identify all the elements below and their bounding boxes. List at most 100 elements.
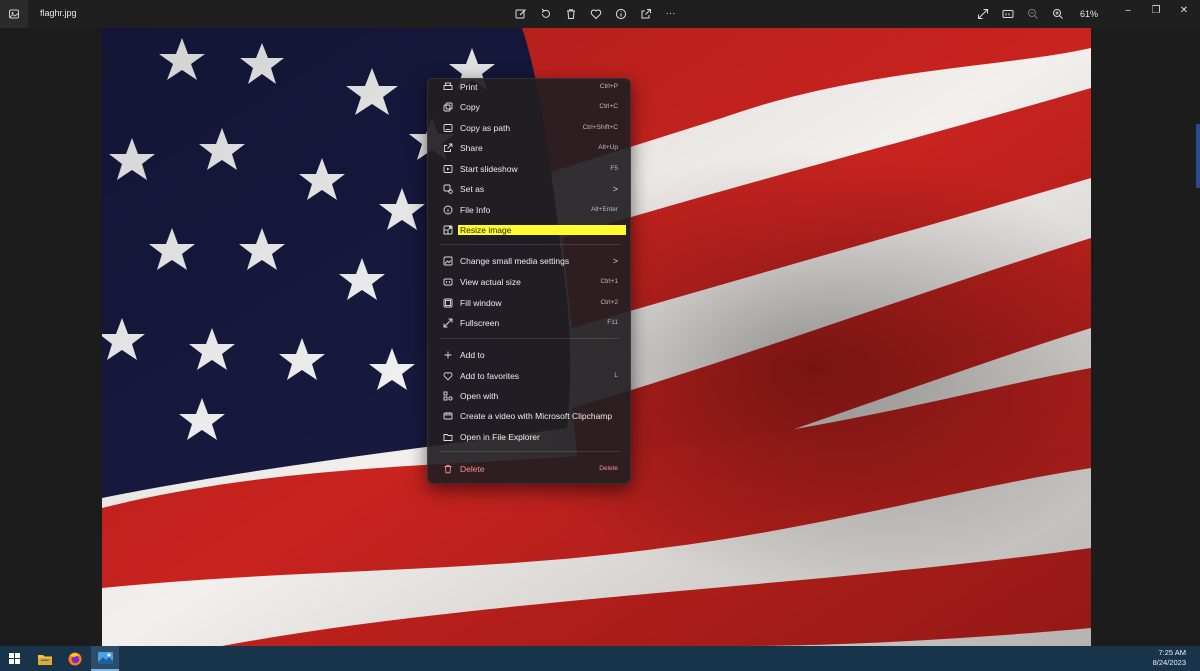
menu-item-open-in-file-explorer[interactable]: Open in File Explorer bbox=[434, 427, 626, 446]
menu-label: Fill window bbox=[460, 297, 502, 308]
taskbar: 7:25 AM 8/24/2023 bbox=[0, 646, 1200, 671]
menu-shortcut: Ctrl+1 bbox=[600, 278, 618, 285]
delete-icon[interactable] bbox=[562, 5, 579, 22]
menu-label: Delete bbox=[460, 463, 485, 474]
folder-icon bbox=[38, 654, 52, 665]
share-icon[interactable] bbox=[637, 5, 654, 22]
taskbar-clock[interactable]: 7:25 AM 8/24/2023 bbox=[1153, 648, 1186, 668]
menu-item-print[interactable]: Print Ctrl+P bbox=[434, 77, 626, 96]
window-controls: – ❐ ✕ bbox=[1114, 0, 1198, 20]
zoom-in-icon[interactable] bbox=[1049, 5, 1066, 22]
firefox-icon bbox=[68, 652, 82, 665]
menu-item-fullscreen[interactable]: Fullscreen F11 bbox=[434, 313, 626, 332]
menu-label: Create a video with Microsoft Clipchamp bbox=[460, 410, 613, 421]
menu-label: Open with bbox=[460, 390, 499, 401]
menu-label: Print bbox=[460, 81, 478, 92]
menu-item-add-to[interactable]: Add to bbox=[434, 345, 626, 364]
image-toolbar: ··· bbox=[512, 5, 679, 23]
menu-item-add-to-favorites[interactable]: Add to favorites L bbox=[434, 366, 626, 385]
menu-item-copy[interactable]: Copy Ctrl+C bbox=[434, 97, 626, 116]
add-icon bbox=[442, 349, 454, 361]
rotate-icon[interactable] bbox=[537, 5, 554, 22]
menu-item-share[interactable]: Share Alt+Up bbox=[434, 138, 626, 157]
chevron-right-icon: > bbox=[612, 255, 618, 266]
menu-shortcut: Delete bbox=[599, 465, 618, 472]
menu-item-set-as[interactable]: Set as > bbox=[434, 179, 626, 198]
favorite-icon[interactable] bbox=[587, 5, 604, 22]
menu-item-copy-as-path[interactable]: Copy as path Ctrl+Shift+C bbox=[434, 118, 626, 137]
minimize-button[interactable]: – bbox=[1114, 0, 1142, 20]
menu-item-file-info[interactable]: File Info Alt+Enter bbox=[434, 200, 626, 219]
open-with-icon bbox=[442, 390, 454, 402]
info-icon[interactable] bbox=[612, 5, 629, 22]
restore-button[interactable]: ❐ bbox=[1142, 0, 1170, 20]
zoom-level[interactable]: 61% bbox=[1080, 9, 1098, 19]
menu-label: Fullscreen bbox=[460, 317, 500, 328]
trash-icon bbox=[442, 463, 454, 475]
windows-icon bbox=[8, 653, 20, 664]
clipchamp-icon bbox=[442, 410, 454, 422]
window-filename: flaghr.jpg bbox=[40, 8, 77, 18]
menu-label: Change small media settings bbox=[460, 255, 570, 266]
menu-label: Open in File Explorer bbox=[460, 431, 540, 442]
menu-label: Start slideshow bbox=[460, 163, 518, 174]
actual-size-icon bbox=[442, 276, 454, 288]
clock-date: 8/24/2023 bbox=[1152, 658, 1186, 667]
more-icon[interactable]: ··· bbox=[662, 5, 679, 22]
menu-item-resize-image[interactable]: Resize image bbox=[434, 220, 626, 239]
menu-shortcut: Ctrl+Shift+C bbox=[582, 124, 618, 131]
menu-shortcut: F11 bbox=[607, 319, 618, 326]
menu-separator bbox=[440, 451, 620, 452]
menu-shortcut: Alt+Up bbox=[598, 144, 618, 151]
menu-label: Share bbox=[460, 142, 483, 153]
menu-item-change-small-media-settings[interactable]: Change small media settings > bbox=[434, 251, 626, 270]
menu-shortcut: Ctrl+P bbox=[599, 83, 618, 90]
start-button[interactable] bbox=[0, 646, 28, 671]
menu-item-open-with[interactable]: Open with bbox=[434, 386, 626, 405]
menu-item-delete[interactable]: Delete Delete bbox=[434, 459, 626, 478]
menu-label: View actual size bbox=[460, 276, 521, 287]
chevron-right-icon: > bbox=[612, 183, 618, 194]
clock-time: 7:25 AM bbox=[1158, 648, 1186, 657]
actual-size-icon[interactable] bbox=[999, 5, 1016, 22]
edit-icon[interactable] bbox=[512, 5, 529, 22]
menu-label: Resize image bbox=[458, 224, 626, 235]
expand-icon[interactable] bbox=[974, 5, 991, 22]
menu-item-create-video-clipchamp[interactable]: Create a video with Microsoft Clipchamp bbox=[434, 406, 626, 425]
share-icon bbox=[442, 142, 454, 154]
fullscreen-icon bbox=[442, 317, 454, 329]
copy-icon bbox=[442, 101, 454, 113]
context-menu: Print Ctrl+P Copy Ctrl+C Copy as path Ct… bbox=[427, 78, 631, 484]
menu-item-fill-window[interactable]: Fill window Ctrl+2 bbox=[434, 293, 626, 312]
menu-shortcut: F5 bbox=[610, 165, 618, 172]
heart-icon bbox=[442, 370, 454, 382]
taskbar-file-explorer[interactable] bbox=[31, 646, 59, 671]
menu-shortcut: Ctrl+C bbox=[599, 103, 618, 110]
close-button[interactable]: ✕ bbox=[1170, 0, 1198, 20]
menu-shortcut: L bbox=[614, 372, 618, 379]
menu-item-start-slideshow[interactable]: Start slideshow F5 bbox=[434, 159, 626, 178]
zoom-out-icon[interactable] bbox=[1024, 5, 1041, 22]
fill-window-icon bbox=[442, 297, 454, 309]
folder-icon bbox=[442, 431, 454, 443]
scrollbar-accent[interactable] bbox=[1196, 124, 1200, 188]
taskbar-firefox[interactable] bbox=[61, 646, 89, 671]
menu-separator bbox=[440, 338, 620, 339]
photos-icon bbox=[97, 651, 113, 664]
menu-label: File Info bbox=[460, 204, 491, 215]
view-tools: 61% bbox=[974, 5, 1098, 22]
copy-path-icon bbox=[442, 122, 454, 134]
menu-label: Copy bbox=[460, 101, 480, 112]
menu-item-view-actual-size[interactable]: View actual size Ctrl+1 bbox=[434, 272, 626, 291]
resize-icon bbox=[442, 224, 454, 236]
more-label: ··· bbox=[665, 8, 676, 19]
info-icon bbox=[442, 204, 454, 216]
taskbar-photos[interactable] bbox=[91, 646, 119, 671]
media-settings-icon bbox=[442, 255, 454, 267]
title-bar: flaghr.jpg ··· 61% – ❐ ✕ bbox=[0, 0, 1200, 28]
photos-app-icon bbox=[0, 0, 28, 28]
slideshow-icon bbox=[442, 163, 454, 175]
menu-label: Set as bbox=[460, 183, 485, 194]
menu-label: Add to favorites bbox=[460, 370, 520, 381]
menu-shortcut: Alt+Enter bbox=[591, 206, 618, 213]
